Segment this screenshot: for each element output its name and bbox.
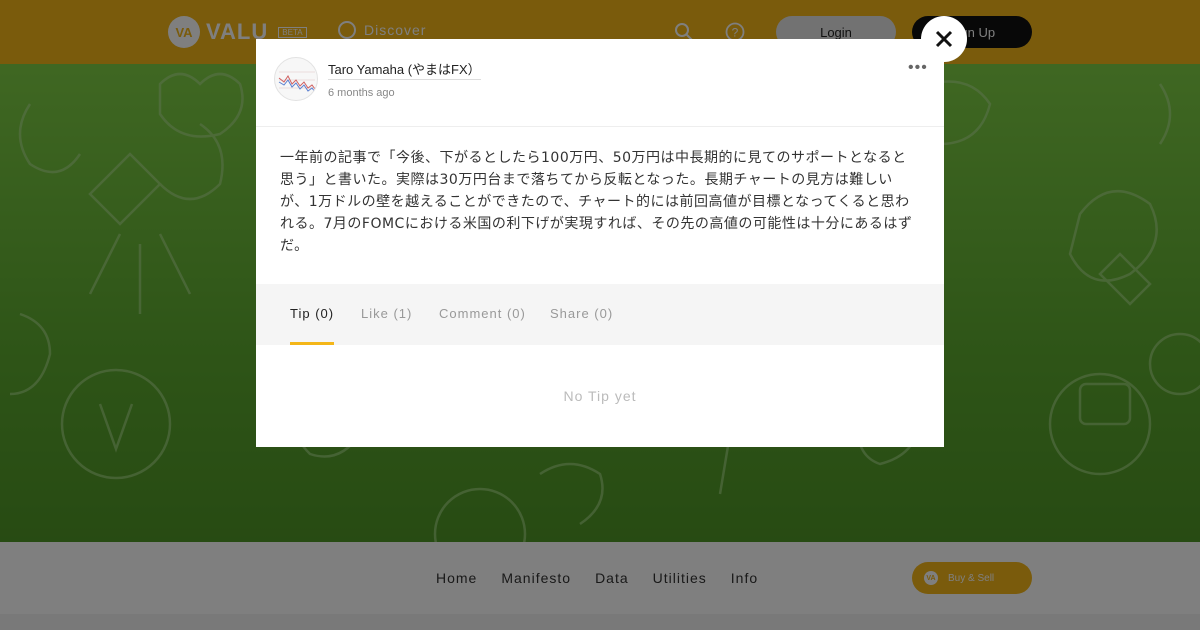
tab-share[interactable]: Share (0) [550,306,613,345]
close-button[interactable] [921,16,967,62]
post-modal: Taro Yamaha (やまはFX） 6 months ago ••• 一年前… [256,39,944,447]
more-options-icon[interactable]: ••• [908,59,928,77]
post-timestamp: 6 months ago [328,87,395,99]
close-icon [935,30,953,48]
post-header: Taro Yamaha (やまはFX） 6 months ago ••• [256,39,944,127]
chart-avatar-icon [278,71,316,93]
author-name-link[interactable]: Taro Yamaha (やまはFX） [328,59,481,80]
empty-tip-message: No Tip yet [563,388,637,404]
tab-like[interactable]: Like (1) [361,306,412,345]
post-body-text: 一年前の記事で「今後、下がるとしたら100万円、50万円は中長期的に見てのサポー… [280,150,913,254]
tab-comment[interactable]: Comment (0) [439,306,526,345]
avatar[interactable] [274,57,318,101]
reaction-tabs: Tip (0) Like (1) Comment (0) Share (0) [256,284,944,345]
tab-tip[interactable]: Tip (0) [290,306,335,345]
